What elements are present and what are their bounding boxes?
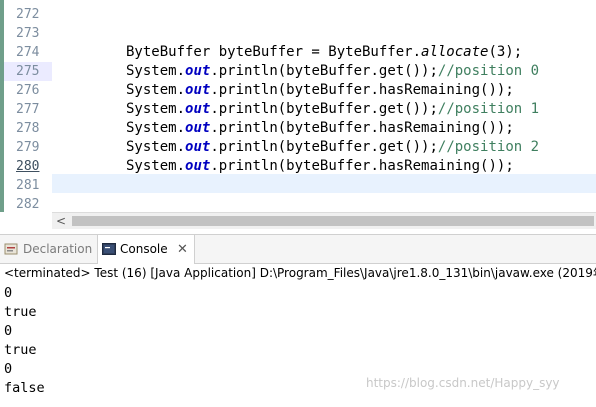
code-line[interactable]: System.out.println(byteBuffer.get());//p… bbox=[126, 62, 539, 81]
code-token-plain: System. bbox=[126, 101, 186, 117]
code-token-plain: System. bbox=[126, 82, 186, 98]
code-token-field: out bbox=[185, 63, 211, 79]
scrollbar-thumb[interactable] bbox=[72, 216, 594, 226]
code-token-plain: System. bbox=[126, 139, 186, 155]
console-output-line: true bbox=[4, 304, 37, 320]
console-status-line: <terminated> Test (16) [Java Application… bbox=[4, 266, 596, 280]
code-token-field: out bbox=[185, 120, 211, 136]
watermark-text: https://blog.csdn.net/Happy_syy bbox=[366, 376, 560, 390]
code-token-plain: System. bbox=[126, 158, 186, 174]
line-number: 275 bbox=[4, 62, 52, 81]
line-number: 280 bbox=[16, 159, 40, 174]
console-output-line: 0 bbox=[4, 323, 13, 339]
code-token-plain: .println(byteBuffer.get()); bbox=[210, 63, 438, 79]
horizontal-scrollbar[interactable]: < bbox=[52, 212, 596, 229]
line-number: 279 bbox=[16, 140, 40, 155]
code-area[interactable]: ByteBuffer byteBuffer = ByteBuffer.alloc… bbox=[52, 0, 596, 212]
line-number: 277 bbox=[16, 102, 40, 117]
line-number: 282 bbox=[16, 197, 40, 212]
code-token-plain: .println(byteBuffer.get()); bbox=[210, 139, 438, 155]
code-line[interactable]: System.out.println(byteBuffer.hasRemaini… bbox=[126, 157, 514, 176]
current-line-highlight bbox=[52, 174, 596, 193]
code-token-field: out bbox=[185, 101, 211, 117]
line-number: 274 bbox=[16, 45, 40, 60]
close-icon[interactable]: ✕ bbox=[177, 235, 188, 264]
line-number: 281 bbox=[16, 178, 40, 193]
code-token-plain: ByteBuffer byteBuffer = ByteBuffer. bbox=[126, 44, 422, 60]
code-token-comment: //position 1 bbox=[437, 101, 540, 117]
console-output-line: true bbox=[4, 342, 37, 358]
code-token-plain: .println(byteBuffer.hasRemaining()); bbox=[210, 120, 514, 136]
code-line[interactable]: System.out.println(byteBuffer.get());//p… bbox=[126, 138, 539, 157]
scroll-left-icon[interactable]: < bbox=[56, 213, 66, 229]
console-output-line: 0 bbox=[4, 285, 13, 301]
code-token-static: allocate bbox=[421, 44, 489, 60]
line-number: 276 bbox=[16, 83, 40, 98]
console-icon bbox=[102, 243, 116, 255]
code-token-comment: //position 0 bbox=[437, 63, 540, 79]
tab-console-label: Console bbox=[120, 242, 168, 256]
declaration-icon bbox=[4, 243, 18, 255]
tab-console[interactable]: Console ✕ bbox=[97, 235, 195, 265]
code-editor[interactable]: 272 273 274 275 276 277 278 279 280 281 282 ByteBu… bbox=[0, 0, 596, 212]
code-line[interactable]: System.out.println(byteBuffer.hasRemaini… bbox=[126, 119, 514, 138]
code-token-field: out bbox=[185, 139, 211, 155]
code-token-plain: .println(byteBuffer.get()); bbox=[210, 101, 438, 117]
view-tab-bar: Declaration Console ✕ bbox=[0, 234, 596, 265]
tab-declaration-label: Declaration bbox=[23, 242, 93, 256]
code-token-plain: (3); bbox=[488, 44, 523, 60]
line-number: 278 bbox=[16, 121, 40, 136]
line-number-gutter: 272 273 274 275 276 277 278 279 280 281 282 bbox=[4, 0, 52, 212]
line-number: 272 bbox=[16, 7, 40, 22]
code-token-plain: System. bbox=[126, 120, 186, 136]
line-number: 273 bbox=[16, 26, 40, 41]
tab-declaration[interactable]: Declaration bbox=[4, 235, 94, 264]
code-token-field: out bbox=[185, 158, 211, 174]
code-line[interactable]: System.out.println(byteBuffer.hasRemaini… bbox=[126, 81, 514, 100]
code-token-plain: .println(byteBuffer.hasRemaining()); bbox=[210, 158, 514, 174]
code-token-plain: .println(byteBuffer.hasRemaining()); bbox=[210, 82, 514, 98]
code-line[interactable]: System.out.println(byteBuffer.get());//p… bbox=[126, 100, 539, 119]
code-token-plain: System. bbox=[126, 63, 186, 79]
code-token-field: out bbox=[185, 82, 211, 98]
code-token-comment: //position 2 bbox=[437, 139, 540, 155]
code-line[interactable]: ByteBuffer byteBuffer = ByteBuffer.alloc… bbox=[126, 43, 522, 62]
